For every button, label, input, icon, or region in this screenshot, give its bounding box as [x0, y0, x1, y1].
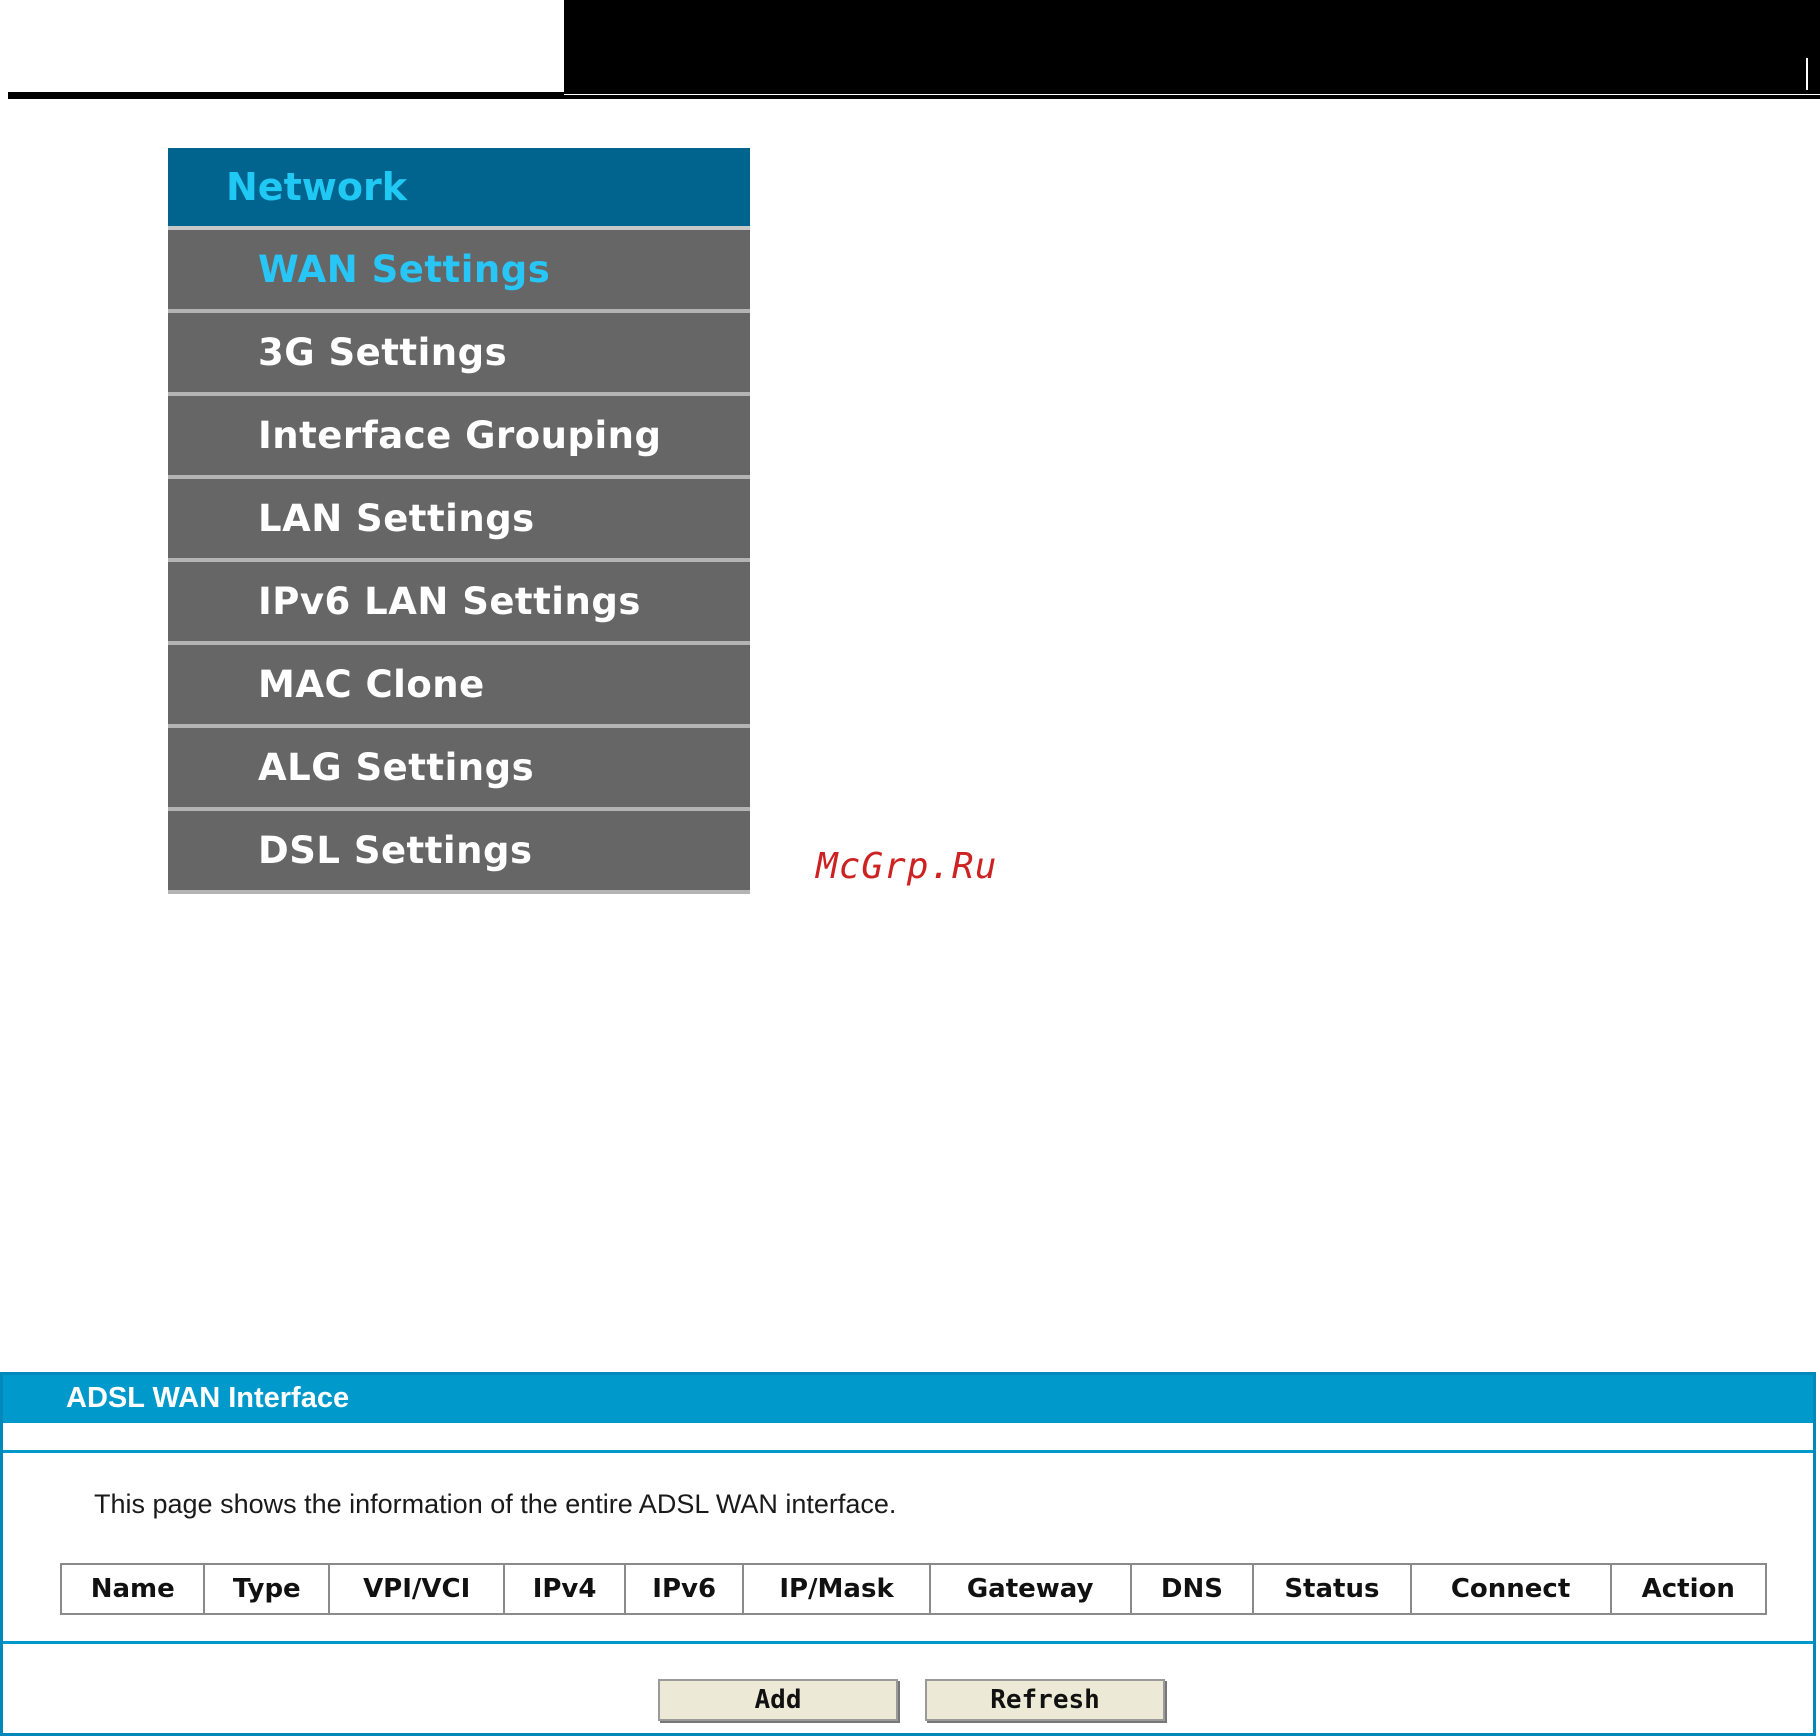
- top-rule: [8, 95, 1820, 99]
- col-header-dns: DNS: [1129, 1563, 1255, 1615]
- menu-item-lan-settings[interactable]: LAN Settings: [168, 479, 750, 562]
- menu-item-interface-grouping[interactable]: Interface Grouping: [168, 396, 750, 479]
- col-header-status: Status: [1252, 1563, 1412, 1615]
- divider-top: [3, 1450, 1813, 1453]
- col-header-ip-mask: IP/Mask: [742, 1563, 931, 1615]
- divider-bottom: [3, 1641, 1813, 1644]
- col-header-name: Name: [59, 1563, 206, 1615]
- menu-item-ipv6-lan-settings[interactable]: IPv6 LAN Settings: [168, 562, 750, 645]
- col-header-vpi-vci: VPI/VCI: [328, 1563, 506, 1615]
- top-banner-tick: [1806, 58, 1808, 90]
- refresh-button[interactable]: Refresh: [925, 1679, 1165, 1721]
- adsl-wan-panel: ADSL WAN Interface This page shows the i…: [0, 1372, 1816, 1736]
- network-menu: Network WAN Settings 3G Settings Interfa…: [168, 148, 750, 894]
- menu-item-dsl-settings[interactable]: DSL Settings: [168, 811, 750, 894]
- col-header-type: Type: [203, 1563, 331, 1615]
- top-banner: [564, 0, 1820, 94]
- col-header-connect: Connect: [1409, 1563, 1612, 1615]
- watermark: McGrp.Ru: [816, 846, 998, 887]
- panel-title: ADSL WAN Interface: [3, 1375, 1813, 1423]
- panel-description: This page shows the information of the e…: [94, 1489, 897, 1519]
- menu-item-alg-settings[interactable]: ALG Settings: [168, 728, 750, 811]
- menu-title-network[interactable]: Network: [168, 148, 750, 230]
- menu-item-wan-settings[interactable]: WAN Settings: [168, 230, 750, 313]
- col-header-gateway: Gateway: [928, 1563, 1132, 1615]
- menu-item-mac-clone[interactable]: MAC Clone: [168, 645, 750, 728]
- table-header-row: Name Type VPI/VCI IPv4 IPv6 IP/Mask Gate…: [59, 1563, 1768, 1615]
- col-header-ipv4: IPv4: [503, 1563, 626, 1615]
- col-header-action: Action: [1609, 1563, 1768, 1615]
- col-header-ipv6: IPv6: [623, 1563, 745, 1615]
- wan-interface-table: Name Type VPI/VCI IPv4 IPv6 IP/Mask Gate…: [59, 1563, 1768, 1615]
- add-button[interactable]: Add: [658, 1679, 898, 1721]
- menu-item-3g-settings[interactable]: 3G Settings: [168, 313, 750, 396]
